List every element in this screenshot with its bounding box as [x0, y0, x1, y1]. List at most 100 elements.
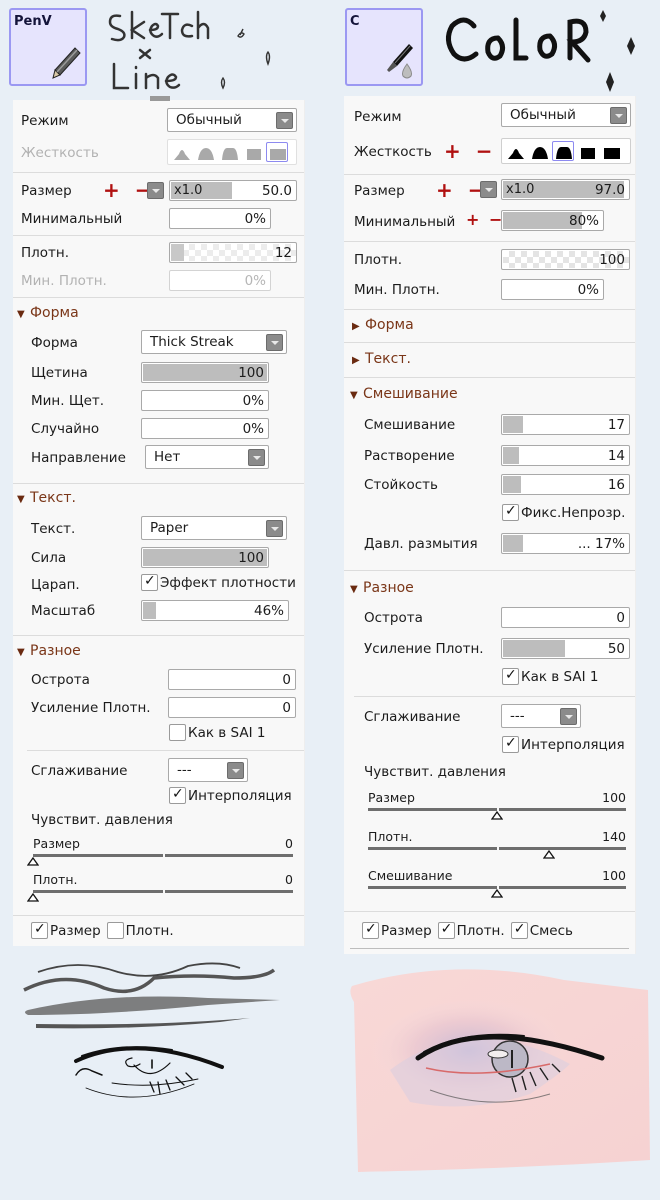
chevron-down-icon[interactable] [610, 107, 627, 124]
texture-select[interactable]: Paper [141, 516, 287, 540]
checkbox-box[interactable]: ✓ [362, 921, 379, 939]
chevron-down-icon[interactable] [266, 520, 283, 537]
checkbox-box[interactable]: ✓ [169, 786, 186, 804]
section-shape-header[interactable]: ▼ Форма [17, 305, 79, 321]
size-field[interactable]: x1.0 50.0 [169, 180, 297, 201]
pressure-slider[interactable]: Размер 0 [27, 836, 293, 870]
footer-checkbox[interactable]: ✓Плотн. [106, 922, 174, 939]
hardness-selector[interactable] [501, 138, 631, 164]
slider-track[interactable] [33, 854, 293, 857]
slider-track[interactable] [33, 890, 293, 893]
slider-thumb-icon[interactable] [27, 857, 39, 866]
min-bristle-field[interactable]: 0% [141, 390, 269, 411]
hardness-option-flat-1[interactable] [242, 142, 264, 162]
shape-select[interactable]: Thick Streak [141, 330, 287, 354]
checkbox-box[interactable]: ✓ [502, 735, 519, 753]
footer-checkbox[interactable]: ✓ Смесь [510, 921, 573, 939]
mode-select[interactable]: Обычный [167, 108, 297, 132]
chevron-down-icon[interactable] [266, 334, 283, 351]
pressure-slider[interactable]: Плотн. 0 [27, 872, 293, 906]
blending-field[interactable]: 17 [501, 414, 630, 435]
mode-label: Режим [354, 109, 402, 125]
hardness-option-peak-3[interactable] [552, 141, 574, 161]
section-blend-header[interactable]: ▼ Смешивание [350, 386, 458, 402]
hardness-selector[interactable] [167, 139, 297, 165]
footer-checkbox[interactable]: ✓ Размер [31, 921, 101, 939]
hardness-option-peak-1[interactable] [170, 142, 192, 162]
checkbox-box[interactable]: ✓ [169, 724, 186, 741]
min-density-field[interactable]: 0% [169, 270, 271, 291]
checkbox-box[interactable]: ✓ [31, 921, 48, 939]
pressure-slider[interactable]: Плотн. 140 [368, 829, 626, 863]
slider-thumb-icon[interactable] [27, 893, 39, 902]
min-density-field[interactable]: 0% [501, 279, 604, 300]
chevron-down-icon[interactable] [248, 449, 265, 466]
hardness-option-flat-2[interactable] [600, 141, 622, 161]
section-misc-header[interactable]: ▼ Разное [350, 580, 414, 596]
pressure-slider[interactable]: Смешивание 100 [368, 868, 626, 902]
density-field[interactable]: 12 [169, 242, 297, 263]
density-boost-field[interactable]: 50 [501, 638, 630, 659]
persistence-field[interactable]: 16 [501, 474, 630, 495]
min-size-field[interactable]: 80% [501, 210, 604, 231]
sharpness-field[interactable]: 0 [168, 669, 296, 690]
checkbox-box[interactable]: ✓ [502, 503, 519, 521]
checkbox-box[interactable]: ✓ [141, 573, 158, 591]
section-shape-header[interactable]: ▶ Форма [352, 317, 414, 333]
sharpness-field[interactable]: 0 [501, 607, 630, 628]
smoothing-select[interactable]: --- [168, 758, 248, 782]
section-texture-header[interactable]: ▼ Текст. [17, 490, 76, 506]
checkbox-box[interactable]: ✓ [502, 667, 519, 685]
scale-field[interactable]: 46% [141, 600, 289, 621]
divider [344, 911, 635, 912]
brush-tile-penv[interactable]: PenV [9, 8, 87, 86]
size-multiplier-dropdown[interactable] [147, 182, 164, 199]
slider-thumb-icon[interactable] [491, 811, 503, 820]
bristle-field[interactable]: 100 [141, 362, 269, 383]
smoothing-select[interactable]: --- [501, 704, 581, 728]
brush-tile-c[interactable]: C [345, 8, 423, 86]
size-multiplier-dropdown[interactable] [480, 181, 497, 198]
chevron-down-icon[interactable] [560, 708, 577, 725]
hardness-option-peak-2[interactable] [194, 142, 216, 162]
density-field[interactable]: 100 [501, 249, 630, 270]
slider-track[interactable] [368, 847, 626, 850]
chevron-down-icon[interactable] [227, 762, 244, 779]
right-brush-settings-panel: Режим Обычный Жесткость + − Размер + − x… [344, 96, 636, 954]
density-boost-field[interactable]: 0 [168, 697, 296, 718]
checkbox-box[interactable]: ✓ [437, 921, 455, 939]
slider-thumb-icon[interactable] [542, 850, 555, 859]
hardness-option-flat-2[interactable] [266, 142, 288, 162]
size-multiplier: x1.0 [174, 183, 203, 198]
mode-select[interactable]: Обычный [501, 103, 631, 127]
hardness-option-peak-3[interactable] [218, 142, 240, 162]
sai1-checkbox[interactable]: ✓Как в SAI 1 [502, 667, 598, 688]
dilution-label: Растворение [364, 448, 455, 464]
section-misc-header[interactable]: ▼ Разное [17, 643, 81, 659]
direction-select[interactable]: Нет [145, 445, 269, 469]
triangle-right-icon: ▶ [352, 321, 360, 332]
slider-thumb-icon[interactable] [491, 889, 503, 898]
keep-opacity-checkbox[interactable]: ✓ Фикс.Непрозр. [502, 503, 625, 524]
hardness-option-flat-1[interactable] [576, 141, 598, 161]
size-field[interactable]: x1.0 97.0 [501, 179, 630, 200]
interpolation-checkbox[interactable]: ✓ Интерполяция [502, 735, 625, 756]
hardness-option-peak-1[interactable] [504, 141, 526, 161]
hardness-option-peak-2[interactable] [528, 141, 550, 161]
density-effect-checkbox[interactable]: ✓ Эффект плотности [141, 573, 296, 594]
random-field[interactable]: 0% [141, 418, 269, 439]
min-size-field[interactable]: 0% [169, 208, 271, 229]
blur-pressure-field[interactable]: ... 17% [501, 533, 630, 554]
checkbox-box[interactable]: ✓ [510, 921, 528, 939]
panel-grip[interactable] [150, 96, 170, 101]
strength-field[interactable]: 100 [141, 547, 269, 568]
sai1-checkbox[interactable]: ✓Как в SAI 1 [169, 724, 265, 744]
interpolation-checkbox[interactable]: ✓ Интерполяция [169, 786, 292, 807]
footer-checkbox[interactable]: ✓Плотн. [437, 921, 505, 939]
dilution-field[interactable]: 14 [501, 445, 630, 466]
chevron-down-icon[interactable] [276, 112, 293, 129]
pressure-slider[interactable]: Размер 100 [368, 790, 626, 824]
section-texture-header[interactable]: ▶ Текст. [352, 351, 411, 367]
footer-checkbox[interactable]: ✓ Размер [362, 921, 432, 939]
checkbox-box[interactable]: ✓ [106, 922, 124, 939]
